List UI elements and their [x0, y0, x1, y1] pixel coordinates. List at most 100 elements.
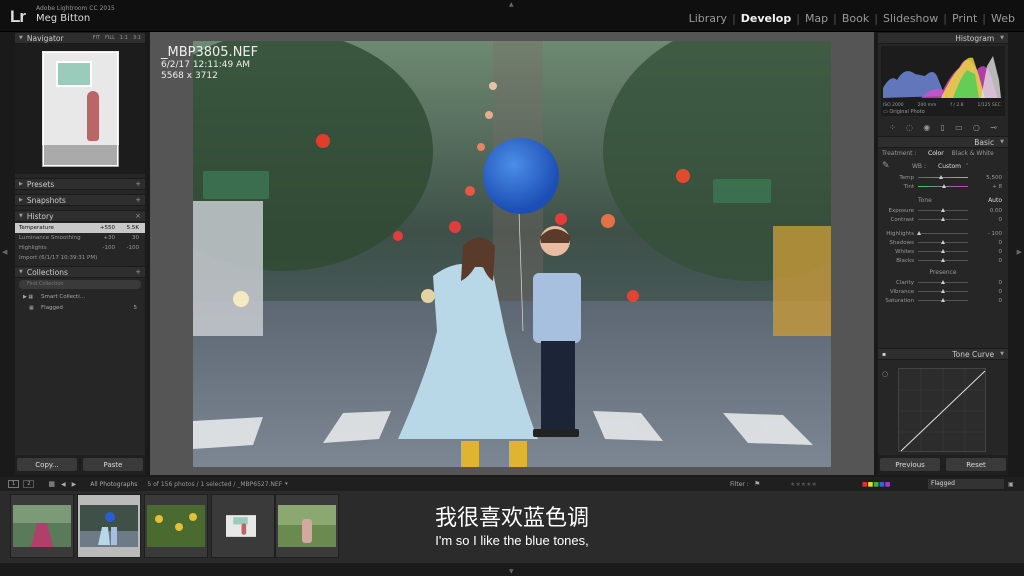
tint-track[interactable]	[918, 184, 968, 188]
zoom-fill[interactable]: FILL	[105, 35, 115, 41]
clear-history-icon[interactable]: ×	[135, 212, 141, 220]
collapse-right-icon[interactable]: ▶	[1017, 248, 1022, 256]
tone-curve-graph[interactable]	[898, 368, 987, 453]
exposure-slider[interactable]: Exposure 0.00	[878, 206, 1008, 215]
radial-filter-icon[interactable]: ○	[973, 123, 980, 132]
adjustment-brush-icon[interactable]: ⊸	[990, 123, 997, 132]
red-eye-icon[interactable]: ▯	[940, 123, 944, 132]
filter-preset-select[interactable]: Flagged	[928, 479, 1004, 489]
temp-slider[interactable]: Temp 5,500	[878, 173, 1008, 182]
history-header[interactable]: ▼ History ×	[15, 210, 145, 222]
grid-view-icon[interactable]: ▦	[48, 480, 55, 488]
collection-item[interactable]: ▶ ▦ Smart Collecti...	[15, 291, 145, 302]
saturation-slider[interactable]: Saturation 0	[878, 296, 1008, 305]
slider-track[interactable]	[918, 280, 968, 284]
tint-knob[interactable]	[942, 184, 946, 188]
blacks-slider[interactable]: Blacks 0	[878, 256, 1008, 265]
treatment-bw-button[interactable]: Black & White	[952, 150, 994, 157]
histogram-header[interactable]: Histogram ▼	[878, 32, 1008, 44]
navigator-header[interactable]: ▼ Navigator FIT FILL 1:1 3:1	[15, 32, 145, 44]
history-item[interactable]: Import (6/1/17 10:39:31 PM)	[15, 253, 145, 263]
slider-knob[interactable]	[941, 298, 945, 302]
slider-track[interactable]	[918, 298, 968, 302]
flag-filter-icon[interactable]: ⚑	[754, 480, 760, 488]
filmstrip-source[interactable]: All Photographs	[90, 481, 137, 488]
module-web[interactable]: Web	[988, 12, 1018, 25]
slider-track[interactable]	[918, 217, 968, 221]
snapshots-header[interactable]: ▶ Snapshots +	[15, 194, 145, 206]
history-item[interactable]: Luminance Smoothing +30 30	[15, 233, 145, 243]
add-snapshot-icon[interactable]: +	[135, 196, 141, 204]
add-collection-icon[interactable]: +	[135, 268, 141, 276]
collection-search-input[interactable]: Find Collection	[19, 280, 141, 289]
shadows-slider[interactable]: Shadows 0	[878, 238, 1008, 247]
navigator-preview[interactable]	[15, 44, 145, 174]
module-book[interactable]: Book	[839, 12, 872, 25]
reset-button[interactable]: Reset	[946, 458, 1006, 471]
screen-1-icon[interactable]: 1	[8, 480, 20, 488]
copy-button[interactable]: Copy...	[17, 458, 77, 471]
zoom-1-1[interactable]: 1:1	[120, 35, 128, 41]
target-adjust-icon[interactable]: ○	[882, 370, 888, 378]
tint-slider[interactable]: Tint + 8	[878, 182, 1008, 191]
slider-track[interactable]	[917, 231, 968, 235]
module-develop[interactable]: Develop	[738, 12, 794, 25]
slider-track[interactable]	[918, 240, 968, 244]
filter-lock-icon[interactable]: ▣	[1008, 481, 1014, 488]
wb-select[interactable]: Custom	[938, 163, 961, 170]
back-arrow-icon[interactable]: ◀	[61, 481, 66, 488]
history-item[interactable]: Temperature +550 5.5K	[15, 223, 145, 233]
slider-knob[interactable]	[941, 217, 945, 221]
collections-header[interactable]: ▼ Collections +	[15, 266, 145, 278]
slider-knob[interactable]	[941, 289, 945, 293]
paste-button[interactable]: Paste	[83, 458, 143, 471]
grid-overlay-icon[interactable]: ⁘	[889, 123, 896, 132]
collapse-left-icon[interactable]: ◀	[2, 248, 7, 256]
module-map[interactable]: Map	[802, 12, 831, 25]
tone-curve-toggle-icon[interactable]: ▪	[882, 351, 886, 358]
temp-track[interactable]	[918, 175, 968, 179]
histogram[interactable]: ISO 2000 200 mm f / 2.8 1/125 SEC ▭ Orig…	[881, 46, 1005, 116]
treatment-color-button[interactable]: Color	[928, 150, 944, 157]
whites-slider[interactable]: Whites 0	[878, 247, 1008, 256]
tone-curve-header[interactable]: ▪ Tone Curve ▼	[878, 348, 1008, 360]
module-slideshow[interactable]: Slideshow	[880, 12, 941, 25]
image-canvas[interactable]	[150, 32, 874, 475]
slider-track[interactable]	[918, 289, 968, 293]
slider-track[interactable]	[918, 258, 968, 262]
slider-knob[interactable]	[941, 249, 945, 253]
contrast-slider[interactable]: Contrast 0	[878, 215, 1008, 224]
dropdown-arrow-icon[interactable]: ▾	[285, 481, 288, 487]
slider-track[interactable]	[918, 249, 968, 253]
spot-removal-icon[interactable]: ◉	[923, 123, 930, 132]
rating-filter-stars[interactable]: ★★★★★	[790, 481, 817, 488]
module-library[interactable]: Library	[686, 12, 730, 25]
slider-knob[interactable]	[941, 258, 945, 262]
add-preset-icon[interactable]: +	[135, 180, 141, 188]
slider-knob[interactable]	[941, 208, 945, 212]
collapse-bottom-icon[interactable]: ▼	[509, 568, 514, 575]
clarity-slider[interactable]: Clarity 0	[878, 278, 1008, 287]
crop-tool-icon[interactable]: ◌	[906, 123, 913, 132]
history-item[interactable]: Highlights -100 -100	[15, 243, 145, 253]
previous-button[interactable]: Previous	[880, 458, 940, 471]
slider-knob[interactable]	[941, 280, 945, 284]
presets-header[interactable]: ▶ Presets +	[15, 178, 145, 190]
forward-arrow-icon[interactable]: ▶	[72, 481, 77, 488]
zoom-fit[interactable]: FIT	[93, 35, 100, 41]
highlights-slider[interactable]: Highlights - 100	[878, 229, 1008, 238]
slider-knob[interactable]	[917, 231, 921, 235]
vibrance-slider[interactable]: Vibrance 0	[878, 287, 1008, 296]
zoom-3-1[interactable]: 3:1	[133, 35, 141, 41]
screen-2-icon[interactable]: 2	[23, 480, 35, 488]
collection-item[interactable]: ▦ Flagged 5	[15, 302, 145, 313]
wb-eyedropper-icon[interactable]: ✎	[882, 161, 912, 171]
module-print[interactable]: Print	[949, 12, 980, 25]
graduated-filter-icon[interactable]: ▭	[955, 123, 963, 132]
auto-tone-button[interactable]: Auto	[988, 197, 1002, 204]
basic-header[interactable]: Basic ▼	[878, 136, 1008, 148]
slider-track[interactable]	[918, 208, 968, 212]
color-label-filter[interactable]: ■■■■■	[862, 481, 890, 488]
slider-knob[interactable]	[941, 240, 945, 244]
collapse-top-icon[interactable]: ▲	[509, 1, 514, 8]
